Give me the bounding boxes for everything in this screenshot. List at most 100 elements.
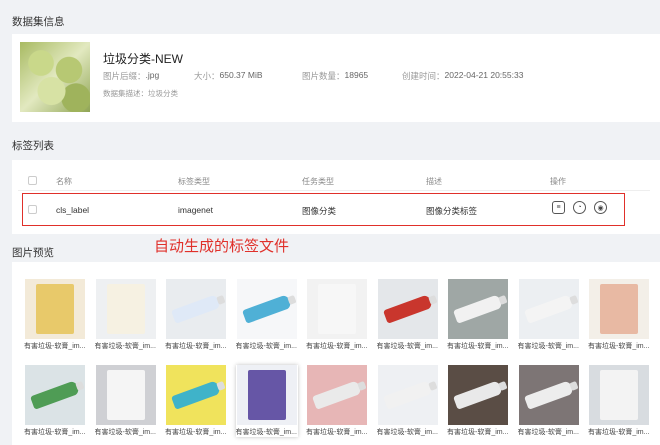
preview-title: 图片预览 xyxy=(12,247,54,259)
preview-tile[interactable]: 有害垃圾-软膏_im... xyxy=(236,279,298,351)
preview-image xyxy=(518,365,579,425)
dataset-description: 数据集描述：垃圾分类 xyxy=(103,89,178,98)
header-divider xyxy=(18,190,650,191)
preview-tile[interactable]: 有害垃圾-软膏_im... xyxy=(518,365,580,437)
highlight-box xyxy=(22,193,625,226)
preview-image xyxy=(95,279,156,339)
preview-caption: 有害垃圾-软膏_im... xyxy=(306,429,368,436)
preview-image xyxy=(95,365,156,425)
preview-image xyxy=(25,365,85,425)
size-value: 650.37 MiB xyxy=(219,70,263,80)
ext-label: 图片后缀： xyxy=(103,71,146,81)
created-value: 2022-04-21 20:55:33 xyxy=(444,70,524,80)
preview-caption: 有害垃圾-软膏_im... xyxy=(447,429,509,436)
col-header-desc: 描述 xyxy=(426,177,442,186)
ext-value: .jpg xyxy=(145,70,160,80)
product-shape xyxy=(453,380,503,410)
preview-caption: 有害垃圾-软膏_im... xyxy=(24,429,86,436)
preview-caption: 有害垃圾-软膏_im... xyxy=(94,343,156,350)
dataset-info-card: 垃圾分类-NEW 图片后缀： .jpg 大小： 650.37 MiB 图片数量：… xyxy=(12,34,660,122)
product-shape xyxy=(523,294,574,324)
preview-tile[interactable]: 有害垃圾-软膏_im... xyxy=(377,365,439,437)
preview-image xyxy=(518,279,579,339)
preview-tile[interactable]: 有害垃圾-软膏_im... xyxy=(377,279,439,351)
preview-image xyxy=(25,279,85,339)
preview-tile[interactable]: 有害垃圾-软膏_im... xyxy=(235,365,298,437)
product-shape xyxy=(30,380,80,410)
preview-caption: 有害垃圾-软膏_im... xyxy=(588,343,650,350)
product-shape xyxy=(318,284,356,334)
col-header-task-type: 任务类型 xyxy=(302,177,334,186)
product-shape xyxy=(382,294,433,324)
created-meta: 创建时间： 2022-04-21 20:55:33 xyxy=(402,70,523,82)
product-shape xyxy=(171,294,221,324)
preview-tile[interactable]: 有害垃圾-软膏_im... xyxy=(447,365,509,437)
preview-image xyxy=(236,365,297,425)
dataset-name: 垃圾分类-NEW xyxy=(103,52,183,66)
product-shape xyxy=(453,294,503,324)
preview-caption: 有害垃圾-软膏_im... xyxy=(588,429,650,436)
preview-caption: 有害垃圾-软膏_im... xyxy=(517,343,579,350)
preview-image xyxy=(448,279,508,339)
preview-image xyxy=(307,279,367,339)
product-shape xyxy=(523,380,574,410)
preview-caption: 有害垃圾-软膏_im... xyxy=(306,343,368,350)
size-label: 大小： xyxy=(194,71,220,81)
preview-image xyxy=(377,365,438,425)
ext-meta: 图片后缀： .jpg xyxy=(103,70,159,82)
preview-tile[interactable]: 有害垃圾-软膏_im... xyxy=(95,279,157,351)
product-shape xyxy=(312,380,362,410)
preview-tile[interactable]: 有害垃圾-软膏_im... xyxy=(306,279,368,351)
preview-caption: 有害垃圾-软膏_im... xyxy=(165,343,227,350)
preview-caption: 有害垃圾-软膏_im... xyxy=(517,429,579,436)
preview-tile[interactable]: 有害垃圾-软膏_im... xyxy=(165,365,227,437)
product-shape xyxy=(600,284,638,334)
preview-image xyxy=(307,365,367,425)
col-header-label-type: 标签类型 xyxy=(178,177,210,186)
preview-caption: 有害垃圾-软膏_im... xyxy=(24,343,86,350)
preview-image xyxy=(236,279,297,339)
created-label: 创建时间： xyxy=(402,71,445,81)
label-list-title: 标签列表 xyxy=(12,140,54,152)
dataset-info-title: 数据集信息 xyxy=(12,16,65,28)
count-label: 图片数量： xyxy=(302,71,345,81)
product-shape xyxy=(241,294,292,324)
annotation-text: 自动生成的标签文件 xyxy=(154,237,290,255)
preview-tile[interactable]: 有害垃圾-软膏_im... xyxy=(24,365,86,437)
preview-tile[interactable]: 有害垃圾-软膏_im... xyxy=(165,279,227,351)
count-value: 18965 xyxy=(344,70,369,80)
count-meta: 图片数量： 18965 xyxy=(302,70,368,82)
product-shape xyxy=(171,380,221,410)
col-header-actions: 操作 xyxy=(550,177,566,186)
preview-tile[interactable]: 有害垃圾-软膏_im... xyxy=(95,365,157,437)
preview-tile[interactable]: 有害垃圾-软膏_im... xyxy=(447,279,509,351)
preview-caption: 有害垃圾-软膏_im... xyxy=(235,343,297,350)
image-preview-grid: 有害垃圾-软膏_im... 有害垃圾-软膏_im... 有害垃圾-软膏_im... 有… xyxy=(12,262,660,445)
preview-image xyxy=(377,279,438,339)
preview-caption: 有害垃圾-软膏_im... xyxy=(165,429,227,436)
preview-tile[interactable]: 有害垃圾-软膏_im... xyxy=(518,279,580,351)
preview-image xyxy=(166,365,226,425)
size-meta: 大小： 650.37 MiB xyxy=(194,70,263,82)
preview-image xyxy=(589,279,649,339)
preview-caption: 有害垃圾-软膏_im... xyxy=(447,343,509,350)
product-shape xyxy=(247,370,286,420)
product-shape xyxy=(36,284,74,334)
preview-tile[interactable]: 有害垃圾-软膏_im... xyxy=(588,279,650,351)
preview-caption: 有害垃圾-软膏_im... xyxy=(376,429,438,436)
preview-caption: 有害垃圾-软膏_im... xyxy=(376,343,438,350)
select-all-checkbox[interactable] xyxy=(28,176,37,185)
dataset-cover-image[interactable] xyxy=(20,42,90,112)
preview-image xyxy=(448,365,508,425)
product-shape xyxy=(106,284,145,334)
product-shape xyxy=(106,370,145,420)
product-shape xyxy=(382,380,433,410)
preview-image xyxy=(589,365,649,425)
preview-tile[interactable]: 有害垃圾-软膏_im... xyxy=(306,365,368,437)
preview-tile[interactable]: 有害垃圾-软膏_im... xyxy=(24,279,86,351)
preview-image xyxy=(166,279,226,339)
preview-caption: 有害垃圾-软膏_im... xyxy=(94,429,156,436)
preview-tile[interactable]: 有害垃圾-软膏_im... xyxy=(588,365,650,437)
preview-caption: 有害垃圾-软膏_im... xyxy=(235,429,297,436)
col-header-name: 名称 xyxy=(56,177,72,186)
